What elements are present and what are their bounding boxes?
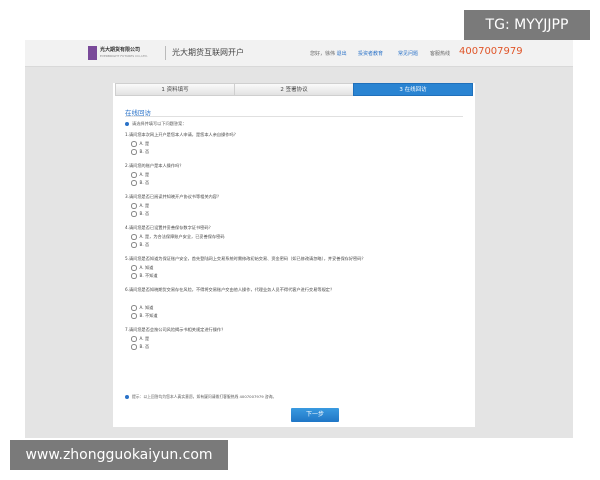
question-5-option-b[interactable]: B. 不知道 bbox=[131, 273, 158, 279]
radio-icon[interactable] bbox=[131, 149, 137, 155]
option-label: B. 否 bbox=[139, 211, 150, 216]
hotline-number: 4007007979 bbox=[459, 46, 523, 57]
option-label: A. 知道 bbox=[139, 265, 154, 270]
question-2-option-b[interactable]: B. 否 bbox=[131, 180, 149, 186]
option-label: A. 是，为合法保障账户安全，已妥善保存密码 bbox=[139, 234, 225, 239]
faq-link[interactable]: 常见问题 bbox=[398, 50, 418, 57]
investor-education-link[interactable]: 投资者教育 bbox=[358, 50, 383, 57]
radio-icon[interactable] bbox=[131, 305, 137, 311]
radio-icon[interactable] bbox=[131, 242, 137, 248]
watermark-url: www.zhongguokaiyun.com bbox=[10, 440, 228, 470]
option-label: B. 不知道 bbox=[139, 313, 158, 318]
radio-icon[interactable] bbox=[131, 336, 137, 342]
question-4: 4.请问您是否已设置并妥善保存数字证书密码？ bbox=[125, 225, 213, 230]
radio-icon[interactable] bbox=[131, 273, 137, 279]
notice-label: 提示：以上回答均为您本人真实意愿，如有疑问请拨打客服热线 4007007979 … bbox=[132, 394, 277, 399]
account-opening-panel: 1 资料填写 2 签署协议 3 在线回访 在线回访 请选择并填写以下问题答案： … bbox=[113, 83, 475, 427]
question-3-option-b[interactable]: B. 否 bbox=[131, 211, 149, 217]
question-1-option-a[interactable]: A. 是 bbox=[131, 141, 149, 147]
option-label: B. 否 bbox=[139, 180, 150, 185]
step-tab-agreement[interactable]: 2 签署协议 bbox=[234, 83, 354, 96]
radio-icon[interactable] bbox=[131, 265, 137, 271]
option-label: B. 不知道 bbox=[139, 273, 158, 278]
question-5: 5.请问您是否知道为保证账户安全，首先登陆网上交易系统时需修改初始交易、资金密码… bbox=[125, 256, 366, 261]
company-name: 光大期货有限公司 bbox=[100, 47, 141, 53]
option-label: B. 否 bbox=[139, 344, 150, 349]
option-label: A. 是 bbox=[139, 336, 150, 341]
site-header: 光大期货有限公司 EVERBRIGHT FUTURES CO.,LTD. 光大期… bbox=[25, 40, 573, 67]
question-4-option-b[interactable]: B. 否 bbox=[131, 242, 149, 248]
radio-icon[interactable] bbox=[131, 313, 137, 319]
notice-text: 提示：以上回答均为您本人真实意愿，如有疑问请拨打客服热线 4007007979 … bbox=[125, 394, 276, 400]
radio-icon[interactable] bbox=[131, 180, 137, 186]
question-3-option-a[interactable]: A. 是 bbox=[131, 203, 149, 209]
company-logo-icon bbox=[88, 46, 97, 60]
question-1: 1.请问您本次网上开户是您本人申请，是您本人亲自操作吗？ bbox=[125, 132, 238, 137]
question-6-option-a[interactable]: A. 知道 bbox=[131, 305, 153, 311]
next-step-button[interactable]: 下一步 bbox=[291, 408, 339, 422]
option-label: B. 否 bbox=[139, 149, 150, 154]
question-2: 2.请问您的账户是本人操作吗？ bbox=[125, 163, 184, 168]
question-2-option-a[interactable]: A. 是 bbox=[131, 172, 149, 178]
step-tabs: 1 资料填写 2 签署协议 3 在线回访 bbox=[115, 83, 473, 96]
option-label: A. 是 bbox=[139, 172, 150, 177]
radio-icon[interactable] bbox=[131, 172, 137, 178]
option-label: A. 知道 bbox=[139, 305, 154, 310]
hotline-label: 客服热线 bbox=[430, 51, 451, 57]
browser-viewport: 光大期货有限公司 EVERBRIGHT FUTURES CO.,LTD. 光大期… bbox=[25, 40, 573, 438]
section-divider bbox=[125, 116, 463, 117]
instruction-label: 请选择并填写以下问题答案： bbox=[132, 121, 187, 126]
radio-icon[interactable] bbox=[131, 344, 137, 350]
question-7-option-b[interactable]: B. 否 bbox=[131, 344, 149, 350]
site-title: 光大期货互联网开户 bbox=[172, 48, 244, 57]
user-greeting: 您好，徐伟 退出 bbox=[310, 50, 347, 57]
question-6: 6.请问您是否知晓期货交易存在风险，不得将交易账户交由他人操作，代理业务人员不得… bbox=[125, 287, 335, 292]
radio-icon[interactable] bbox=[131, 234, 137, 240]
radio-icon[interactable] bbox=[131, 141, 137, 147]
question-5-option-a[interactable]: A. 知道 bbox=[131, 265, 153, 271]
header-divider bbox=[165, 46, 166, 60]
logout-link[interactable]: 退出 bbox=[337, 51, 347, 57]
question-3: 3.请问您是否已阅读并知晓开户协议书等相关内容？ bbox=[125, 194, 222, 199]
question-6-option-b[interactable]: B. 不知道 bbox=[131, 313, 158, 319]
greeting-prefix: 您好， bbox=[310, 51, 326, 57]
option-label: B. 否 bbox=[139, 242, 150, 247]
radio-icon[interactable] bbox=[131, 211, 137, 217]
company-name-en: EVERBRIGHT FUTURES CO.,LTD. bbox=[100, 54, 148, 58]
question-7: 7.请问您是否会按公司风险揭示书相关规定进行操作？ bbox=[125, 327, 226, 332]
info-icon bbox=[125, 395, 129, 399]
question-7-option-a[interactable]: A. 是 bbox=[131, 336, 149, 342]
option-label: A. 是 bbox=[139, 141, 150, 146]
step-tab-callback[interactable]: 3 在线回访 bbox=[353, 83, 473, 96]
user-name: 徐伟 bbox=[325, 51, 336, 57]
question-1-option-b[interactable]: B. 否 bbox=[131, 149, 149, 155]
step-tab-info[interactable]: 1 资料填写 bbox=[115, 83, 235, 96]
radio-icon[interactable] bbox=[131, 203, 137, 209]
option-label: A. 是 bbox=[139, 203, 150, 208]
info-icon bbox=[125, 122, 129, 126]
question-4-option-a[interactable]: A. 是，为合法保障账户安全，已妥善保存密码 bbox=[131, 234, 225, 240]
tg-badge: TG: MYYJJPP bbox=[464, 10, 590, 40]
instruction-text: 请选择并填写以下问题答案： bbox=[125, 121, 186, 127]
